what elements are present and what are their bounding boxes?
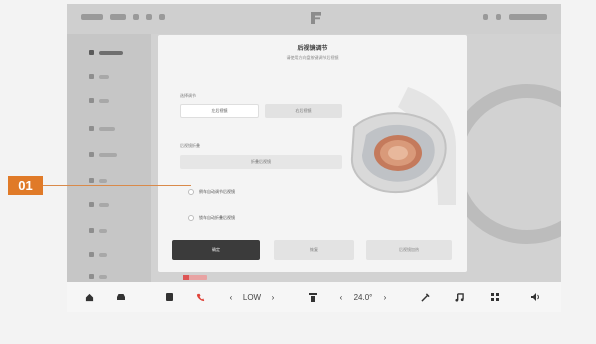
status-placeholder	[146, 14, 152, 20]
brand-logo-icon	[311, 12, 321, 24]
status-placeholder	[509, 14, 547, 20]
status-placeholder	[81, 14, 103, 20]
car-screen: 后视镜调节 请使用方向盘按键调节后视镜 选择调节 左后视镜 右后视镜 后视镜折叠…	[67, 4, 561, 312]
sidebar-item[interactable]	[89, 252, 129, 257]
radio-icon[interactable]	[188, 215, 194, 221]
option-label: 倒车自动调节后视镜	[199, 189, 235, 194]
mirror-adjust-dialog: 后视镜调节 请使用方向盘按键调节后视镜 选择调节 左后视镜 右后视镜 后视镜折叠…	[158, 35, 467, 272]
status-right-icons	[483, 14, 547, 20]
mirror-select-segment: 左后视镜 右后视镜	[180, 104, 342, 118]
music-icon[interactable]	[449, 282, 469, 312]
callout-number-badge: 01	[8, 176, 43, 195]
fan-icon[interactable]	[303, 282, 323, 312]
bottom-dock: ‹ LOW › ‹ 24.0° ›	[67, 282, 561, 312]
fan-increase-chevron[interactable]: ›	[267, 282, 279, 312]
section-label-select: 选择调节	[180, 93, 196, 98]
status-left-icons	[81, 14, 165, 20]
fold-mirror-button[interactable]: 折叠后视镜	[180, 155, 342, 169]
radio-icon[interactable]	[188, 189, 194, 195]
sidebar-item[interactable]	[89, 74, 129, 79]
sidebar-item[interactable]	[89, 202, 129, 207]
sidebar-item[interactable]	[89, 50, 129, 55]
sidebar-item[interactable]	[89, 152, 129, 157]
status-placeholder	[496, 14, 501, 20]
sidebar-item[interactable]	[89, 98, 129, 103]
volume-icon[interactable]	[525, 282, 545, 312]
temperature-label: 24.0°	[353, 292, 373, 302]
option-label: 锁车自动折叠后视镜	[199, 215, 235, 220]
confirm-button[interactable]: 确定	[172, 240, 260, 260]
status-bar	[67, 4, 561, 34]
background-steering-graphic	[447, 44, 561, 274]
status-placeholder	[483, 14, 488, 20]
phone-icon[interactable]	[190, 282, 210, 312]
mirror-heat-button[interactable]: 后视镜加热	[366, 240, 452, 260]
temp-decrease-chevron[interactable]: ‹	[335, 282, 347, 312]
car-icon[interactable]	[111, 282, 131, 312]
settings-sidebar	[67, 34, 151, 282]
option-auto-adjust-reverse[interactable]: 倒车自动调节后视镜	[188, 189, 235, 195]
sidebar-item[interactable]	[89, 126, 129, 131]
home-icon[interactable]	[79, 282, 99, 312]
temp-increase-chevron[interactable]: ›	[379, 282, 391, 312]
segment-right-mirror[interactable]: 右后视镜	[265, 104, 342, 118]
apps-grid-icon[interactable]	[485, 282, 505, 312]
status-placeholder	[159, 14, 165, 20]
sidebar-item[interactable]	[89, 274, 129, 279]
callout-leader-line	[43, 185, 191, 186]
reset-button[interactable]: 恢复	[274, 240, 354, 260]
fan-decrease-chevron[interactable]: ‹	[225, 282, 237, 312]
dialog-subtitle: 请使用方向盘按键调节后视镜	[286, 55, 339, 60]
sidebar-item[interactable]	[89, 178, 129, 183]
segment-left-mirror[interactable]: 左后视镜	[180, 104, 259, 118]
section-label-fold: 后视镜折叠	[180, 143, 200, 148]
sidebar-item[interactable]	[89, 228, 129, 233]
stage: 后视镜调节 请使用方向盘按键调节后视镜 选择调节 左后视镜 右后视镜 后视镜折叠…	[0, 0, 596, 344]
notification-tag	[183, 275, 207, 280]
side-mirror-illustration	[350, 87, 456, 205]
app-icon[interactable]	[159, 282, 179, 312]
status-placeholder	[110, 14, 126, 20]
fan-speed-label: LOW	[242, 292, 262, 302]
wiper-icon[interactable]	[415, 282, 435, 312]
dialog-title: 后视镜调节	[297, 46, 328, 52]
status-placeholder	[133, 14, 139, 20]
option-auto-fold-lock[interactable]: 锁车自动折叠后视镜	[188, 215, 235, 221]
